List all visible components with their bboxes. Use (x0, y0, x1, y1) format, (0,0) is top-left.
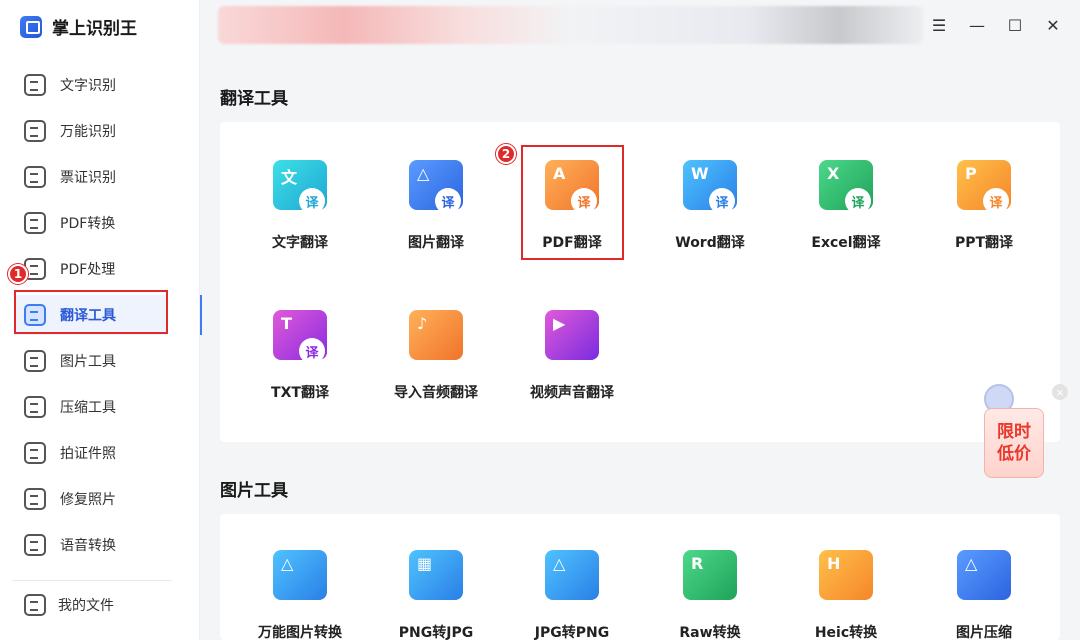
sidebar-item-label: PDF处理 (60, 262, 116, 278)
sidebar-item-label: 票证识别 (60, 170, 116, 186)
ppt-translate-icon: P译 (957, 160, 1011, 214)
sidebar-item-photo-repair[interactable]: 修复照片 (14, 476, 200, 522)
tool-image-compress[interactable]: △ 图片压缩 (924, 550, 1044, 640)
image-translate-icon: △ 译 (409, 160, 463, 214)
tool-excel-translate[interactable]: X译 Excel翻译 (786, 160, 906, 252)
png-to-jpg-icon: ▦ (409, 550, 463, 604)
translate-tools-card: 文译 文字翻译 △ 译 图片翻译 A译 PDF翻译 W译 Word翻译 X译 Ex… (220, 122, 1060, 442)
raw-convert-icon: R (683, 550, 737, 604)
sidebar-item-label: 万能识别 (60, 124, 116, 140)
sidebar-item-label: 修复照片 (60, 492, 116, 508)
active-indicator (200, 295, 202, 335)
sidebar-item-universal-recognition[interactable]: 万能识别 (14, 108, 200, 154)
tool-ppt-translate[interactable]: P译 PPT翻译 (924, 160, 1044, 252)
tool-png-to-jpg[interactable]: ▦ PNG转JPG (376, 550, 496, 640)
close-icon[interactable]: ✕ (1042, 14, 1064, 36)
text-recognition-icon (24, 74, 46, 96)
tool-audio-translate[interactable]: ♪ 导入音频翻译 (376, 310, 496, 402)
sidebar-divider (12, 580, 172, 581)
tool-text-translate[interactable]: 文译 文字翻译 (240, 160, 360, 252)
sidebar-item-ticket-recognition[interactable]: 票证识别 (14, 154, 200, 200)
compress-tools-icon (24, 396, 46, 418)
universal-recognition-icon (24, 120, 46, 142)
tool-jpg-to-png[interactable]: △ JPG转PNG (512, 550, 632, 640)
sidebar-item-label: PDF转换 (60, 216, 116, 232)
tool-word-translate[interactable]: W译 Word翻译 (650, 160, 770, 252)
highlight-box-pdf-translate (521, 145, 624, 260)
heic-convert-icon: H (819, 550, 873, 604)
app-name: 掌上识别王 (52, 19, 137, 39)
pdf-convert-icon (24, 212, 46, 234)
image-compress-icon: △ (957, 550, 1011, 604)
sidebar-item-pdf-convert[interactable]: PDF转换 (14, 200, 200, 246)
tool-universal-image-convert[interactable]: △ 万能图片转换 (240, 550, 360, 640)
highlight-box-translate-tools (14, 290, 168, 334)
photo-repair-icon (24, 488, 46, 510)
tool-heic-convert[interactable]: H Heic转换 (786, 550, 906, 640)
id-photo-icon (24, 442, 46, 464)
sidebar-item-voice-convert[interactable]: 语音转换 (14, 522, 200, 568)
section-title-translate: 翻译工具 (220, 89, 288, 109)
sidebar-item-label: 图片工具 (60, 354, 116, 370)
section-title-image: 图片工具 (220, 481, 288, 501)
universal-image-convert-icon: △ (273, 550, 327, 604)
step-marker-1: 1 (8, 264, 28, 284)
sidebar-item-label: 压缩工具 (60, 400, 116, 416)
tool-txt-translate[interactable]: T译 TXT翻译 (240, 310, 360, 402)
audio-translate-icon: ♪ (409, 310, 463, 364)
jpg-to-png-icon: △ (545, 550, 599, 604)
text-translate-icon: 文译 (273, 160, 327, 214)
app-logo-icon (20, 15, 42, 38)
word-translate-icon: W译 (683, 160, 737, 214)
step-marker-2: 2 (496, 144, 516, 164)
sidebar-item-image-tools[interactable]: 图片工具 (14, 338, 200, 384)
my-files-icon (24, 594, 46, 616)
sidebar-item-label: 文字识别 (60, 78, 116, 94)
my-files-link[interactable]: 我的文件 (24, 594, 114, 616)
image-tools-icon (24, 350, 46, 372)
ticket-recognition-icon (24, 166, 46, 188)
sidebar-item-compress-tools[interactable]: 压缩工具 (14, 384, 200, 430)
promo-widget[interactable]: 限时低价 (982, 384, 1046, 480)
sidebar-item-text-recognition[interactable]: 文字识别 (14, 62, 200, 108)
tool-raw-convert[interactable]: R Raw转换 (650, 550, 770, 640)
excel-translate-icon: X译 (819, 160, 873, 214)
video-translate-icon: ▶ (545, 310, 599, 364)
promo-close-icon[interactable]: × (1052, 384, 1068, 400)
tool-video-translate[interactable]: ▶ 视频声音翻译 (512, 310, 632, 402)
blurred-banner (218, 6, 923, 44)
sidebar-item-id-photo[interactable]: 拍证件照 (14, 430, 200, 476)
menu-icon[interactable]: ☰ (928, 14, 950, 36)
maximize-icon[interactable]: ☐ (1004, 14, 1026, 36)
image-tools-card: △ 万能图片转换 ▦ PNG转JPG △ JPG转PNG R Raw转换 H H… (220, 514, 1060, 640)
voice-convert-icon (24, 534, 46, 556)
top-bar: ☰ — ☐ ✕ (200, 0, 1080, 52)
sidebar-item-label: 拍证件照 (60, 446, 116, 462)
tool-image-translate[interactable]: △ 译 图片翻译 (376, 160, 496, 252)
sidebar-item-label: 语音转换 (60, 538, 116, 554)
app-title: 掌上识别王 (20, 14, 137, 39)
txt-translate-icon: T译 (273, 310, 327, 364)
sidebar-item-pdf-process[interactable]: PDF处理 (14, 246, 200, 292)
my-files-label: 我的文件 (58, 598, 114, 614)
minimize-icon[interactable]: — (966, 14, 988, 36)
promo-tag: 限时低价 (984, 408, 1044, 478)
